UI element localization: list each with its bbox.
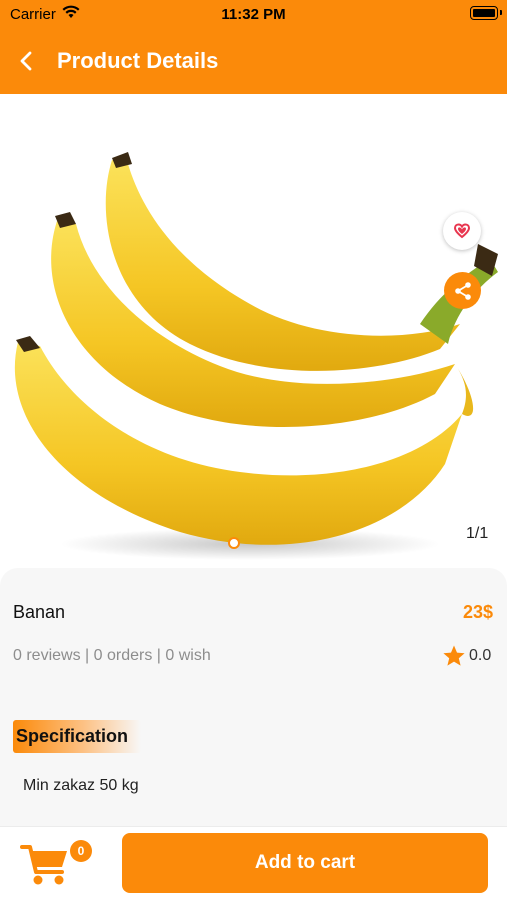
app-header: Carrier 11:32 PM Product Details bbox=[0, 0, 507, 94]
cart-count-badge: 0 bbox=[70, 840, 92, 862]
page-title: Product Details bbox=[57, 48, 219, 73]
share-button[interactable] bbox=[444, 272, 481, 309]
carousel-dot[interactable] bbox=[228, 537, 240, 549]
product-name: Banan bbox=[13, 602, 66, 622]
status-bar: Carrier 11:32 PM bbox=[0, 0, 507, 28]
product-price: 23$ bbox=[462, 602, 493, 622]
product-image-gallery[interactable] bbox=[0, 94, 507, 568]
cart-button[interactable] bbox=[20, 842, 72, 888]
chevron-left-icon bbox=[20, 51, 32, 71]
add-to-cart-button[interactable]: Add to cart bbox=[122, 833, 488, 893]
back-button[interactable] bbox=[12, 46, 42, 76]
share-icon bbox=[454, 281, 471, 300]
product-stats: 0 reviews | 0 orders | 0 wish bbox=[13, 647, 211, 664]
heart-icon bbox=[454, 223, 470, 239]
battery-icon bbox=[470, 6, 502, 20]
banana-image bbox=[14, 152, 498, 560]
specification-heading: Specification bbox=[13, 720, 141, 753]
shopping-cart-icon bbox=[20, 845, 67, 885]
specification-text: Min zakaz 50 kg bbox=[23, 777, 139, 794]
rating-value: 0.0 bbox=[469, 647, 492, 664]
status-time: 11:32 PM bbox=[221, 6, 286, 23]
image-page-indicator: 1/1 bbox=[466, 525, 489, 542]
favorite-button[interactable] bbox=[443, 212, 481, 250]
star-icon bbox=[443, 645, 465, 666]
